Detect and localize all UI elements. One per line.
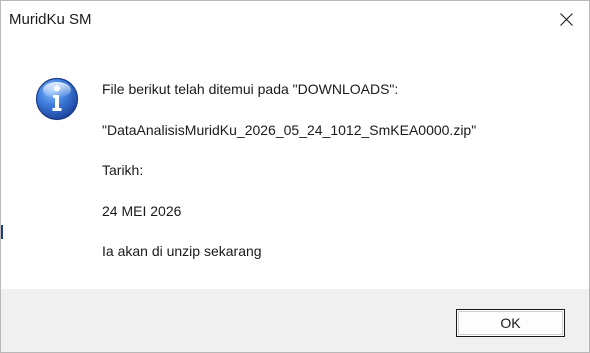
message-line: File berikut telah ditemui pada "DOWNLOA… bbox=[102, 81, 399, 97]
date-value: 24 MEI 2026 bbox=[102, 203, 182, 219]
file-name-text: "DataAnalisisMuridKu_2026_05_24_1012_SmK… bbox=[102, 122, 477, 138]
close-icon bbox=[560, 13, 573, 26]
message-line: Ia akan di unzip sekarang bbox=[102, 243, 262, 259]
edge-marker bbox=[1, 225, 3, 239]
dialog-window: MuridKu SM File berikut telah ditemui pa… bbox=[0, 0, 590, 353]
button-bar: OK bbox=[1, 289, 589, 352]
message-area: File berikut telah ditemui pada "DOWNLOA… bbox=[1, 39, 589, 289]
ok-button[interactable]: OK bbox=[456, 309, 565, 337]
window-title: MuridKu SM bbox=[9, 11, 92, 28]
close-button[interactable] bbox=[543, 1, 589, 39]
title-bar[interactable]: MuridKu SM bbox=[1, 1, 589, 39]
info-icon bbox=[35, 77, 79, 121]
date-label: Tarikh: bbox=[102, 162, 144, 178]
